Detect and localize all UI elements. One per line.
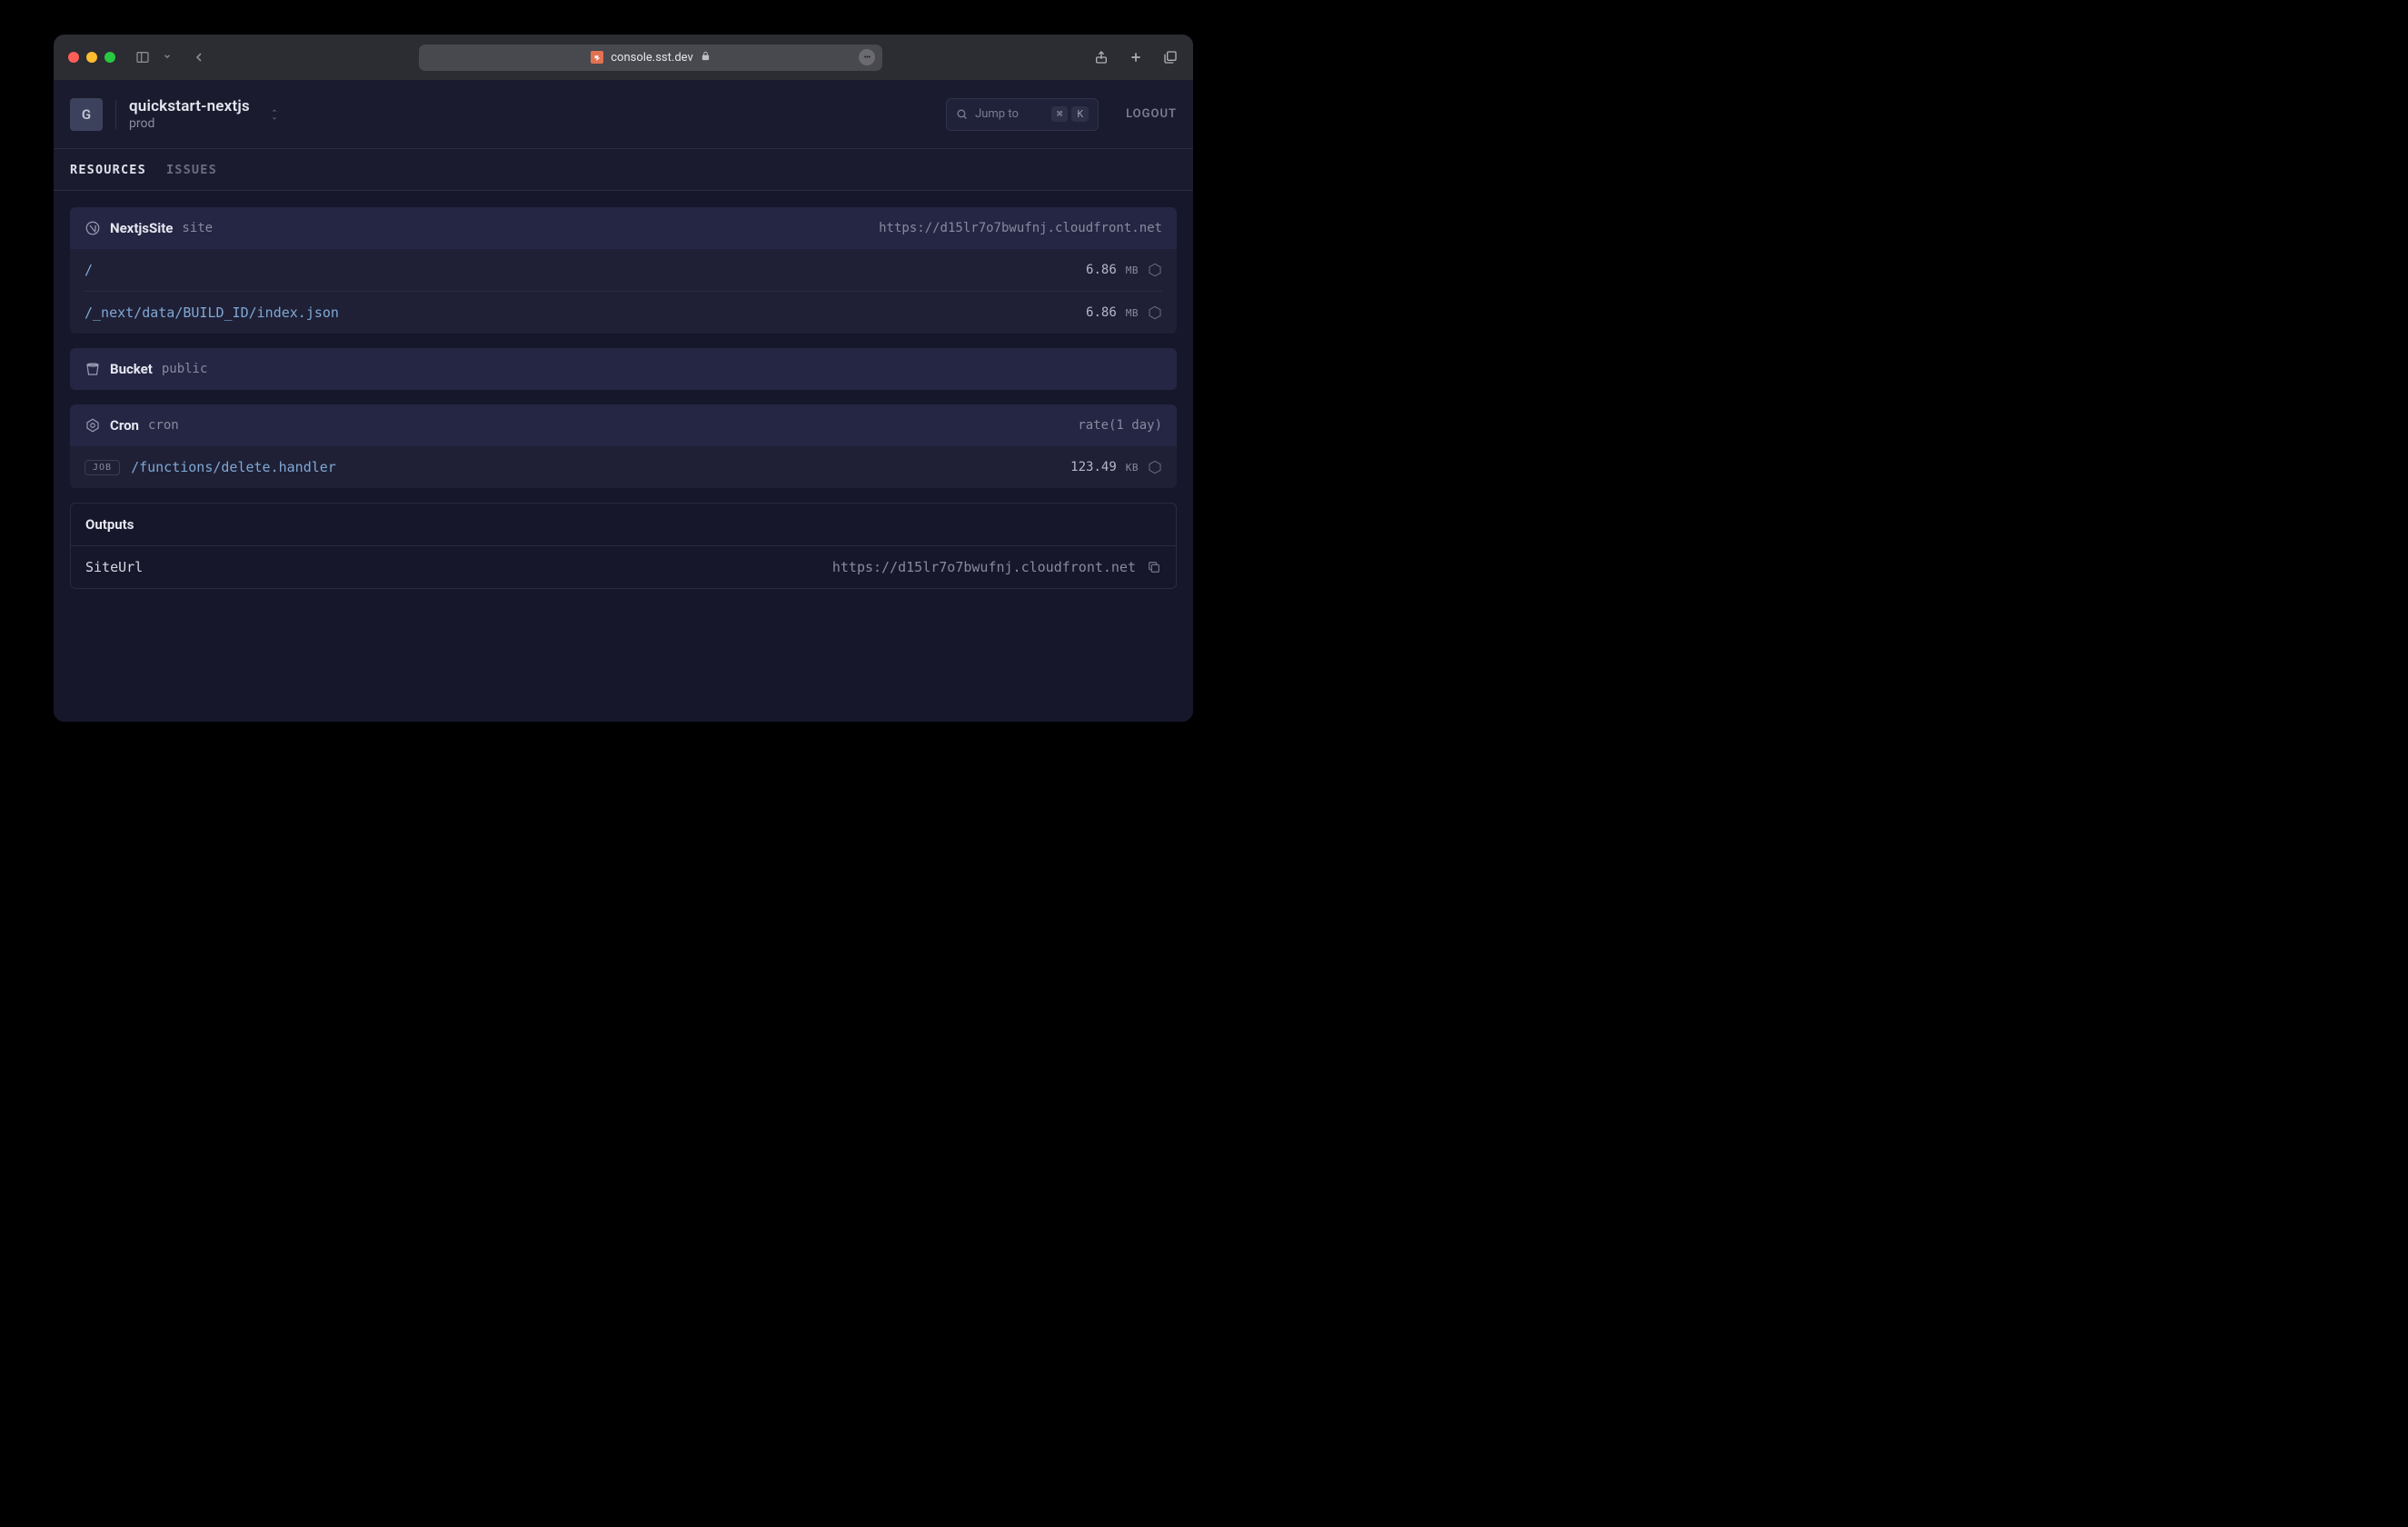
page-settings-icon[interactable]: ••• [859, 49, 875, 65]
address-bar[interactable]: console.sst.dev ••• [419, 45, 882, 71]
output-row: SiteUrl https://d15lr7o7bwufnj.cloudfron… [71, 546, 1176, 588]
sst-logo-icon [591, 51, 603, 64]
resource-name: cron [148, 418, 179, 433]
resource-header: NextjsSite site https://d15lr7o7bwufnj.c… [70, 207, 1177, 249]
function-path: /functions/delete.handler [131, 459, 336, 475]
search-icon [956, 108, 968, 120]
nodejs-icon [1148, 460, 1162, 474]
traffic-lights [68, 52, 115, 63]
resource-url[interactable]: https://d15lr7o7bwufnj.cloudfront.net [879, 221, 1162, 235]
resource-type: Cron [110, 417, 139, 434]
org-avatar[interactable]: G [70, 98, 103, 131]
logout-button[interactable]: LOGOUT [1126, 107, 1177, 121]
browser-toolbar: console.sst.dev ••• [54, 35, 1193, 80]
resource-type: NextjsSite [110, 220, 173, 236]
minimize-window-button[interactable] [86, 52, 97, 63]
output-value: https://d15lr7o7bwufnj.cloudfront.net [832, 559, 1136, 575]
tabs-overview-icon[interactable] [1162, 49, 1179, 65]
content-area: NextjsSite site https://d15lr7o7bwufnj.c… [54, 191, 1193, 722]
size-unit: MB [1126, 307, 1139, 319]
project-name: quickstart-nextjs [129, 97, 250, 115]
size-unit: MB [1126, 264, 1139, 276]
tab-resources[interactable]: RESOURCES [70, 163, 146, 177]
divider [115, 100, 116, 129]
route-path: /_next/data/BUILD_ID/index.json [85, 304, 339, 321]
share-icon[interactable] [1093, 49, 1109, 65]
cron-icon [85, 417, 101, 434]
resource-name: public [162, 362, 208, 376]
project-info: quickstart-nextjs prod [129, 97, 250, 131]
resource-type: Bucket [110, 361, 153, 377]
resource-header: Cron cron rate(1 day) [70, 404, 1177, 446]
copy-icon[interactable] [1147, 560, 1161, 574]
maximize-window-button[interactable] [104, 52, 115, 63]
project-switcher[interactable] [268, 107, 281, 122]
jump-to-search[interactable]: Jump to ⌘ K [946, 98, 1099, 131]
lock-icon [701, 51, 711, 64]
tabs: RESOURCES ISSUES [54, 149, 1193, 191]
url-text: console.sst.dev [611, 51, 693, 65]
kbd-k: K [1071, 106, 1089, 122]
chevron-down-icon[interactable] [163, 52, 172, 64]
sidebar-toggle-icon[interactable] [134, 50, 152, 65]
route-row[interactable]: /_next/data/BUILD_ID/index.json 6.86 MB [85, 291, 1162, 334]
route-path: / [85, 262, 93, 278]
tab-issues[interactable]: ISSUES [166, 163, 217, 177]
output-key: SiteUrl [85, 559, 143, 575]
resource-card-cron: Cron cron rate(1 day) JOB /functions/del… [70, 404, 1177, 488]
size-value: 123.49 [1070, 460, 1117, 474]
jump-to-label: Jump to [975, 107, 1019, 121]
outputs-title: Outputs [71, 504, 1176, 546]
size-unit: KB [1126, 462, 1139, 474]
route-row[interactable]: / 6.86 MB [85, 249, 1162, 291]
nodejs-icon [1148, 263, 1162, 277]
resource-card-bucket: Bucket public [70, 348, 1177, 390]
job-badge: JOB [85, 460, 120, 475]
app-header: G quickstart-nextjs prod Jump to ⌘ K LOG… [54, 80, 1193, 149]
back-button[interactable] [190, 50, 208, 65]
cron-schedule: rate(1 day) [1078, 418, 1162, 433]
resource-name: site [182, 221, 213, 235]
resource-header: Bucket public [70, 348, 1177, 390]
close-window-button[interactable] [68, 52, 79, 63]
size-value: 6.86 [1086, 263, 1117, 277]
new-tab-icon[interactable] [1128, 49, 1144, 65]
bucket-icon [85, 361, 101, 377]
outputs-card: Outputs SiteUrl https://d15lr7o7bwufnj.c… [70, 503, 1177, 589]
function-row[interactable]: JOB /functions/delete.handler 123.49 KB [85, 446, 1162, 488]
kbd-cmd: ⌘ [1051, 106, 1069, 122]
stage-name: prod [129, 116, 250, 131]
nodejs-icon [1148, 305, 1162, 320]
browser-window: console.sst.dev ••• G quickstart-nextjs [54, 35, 1193, 722]
size-value: 6.86 [1086, 305, 1117, 320]
resource-card-nextjssite: NextjsSite site https://d15lr7o7bwufnj.c… [70, 207, 1177, 334]
nextjs-icon [85, 220, 101, 236]
